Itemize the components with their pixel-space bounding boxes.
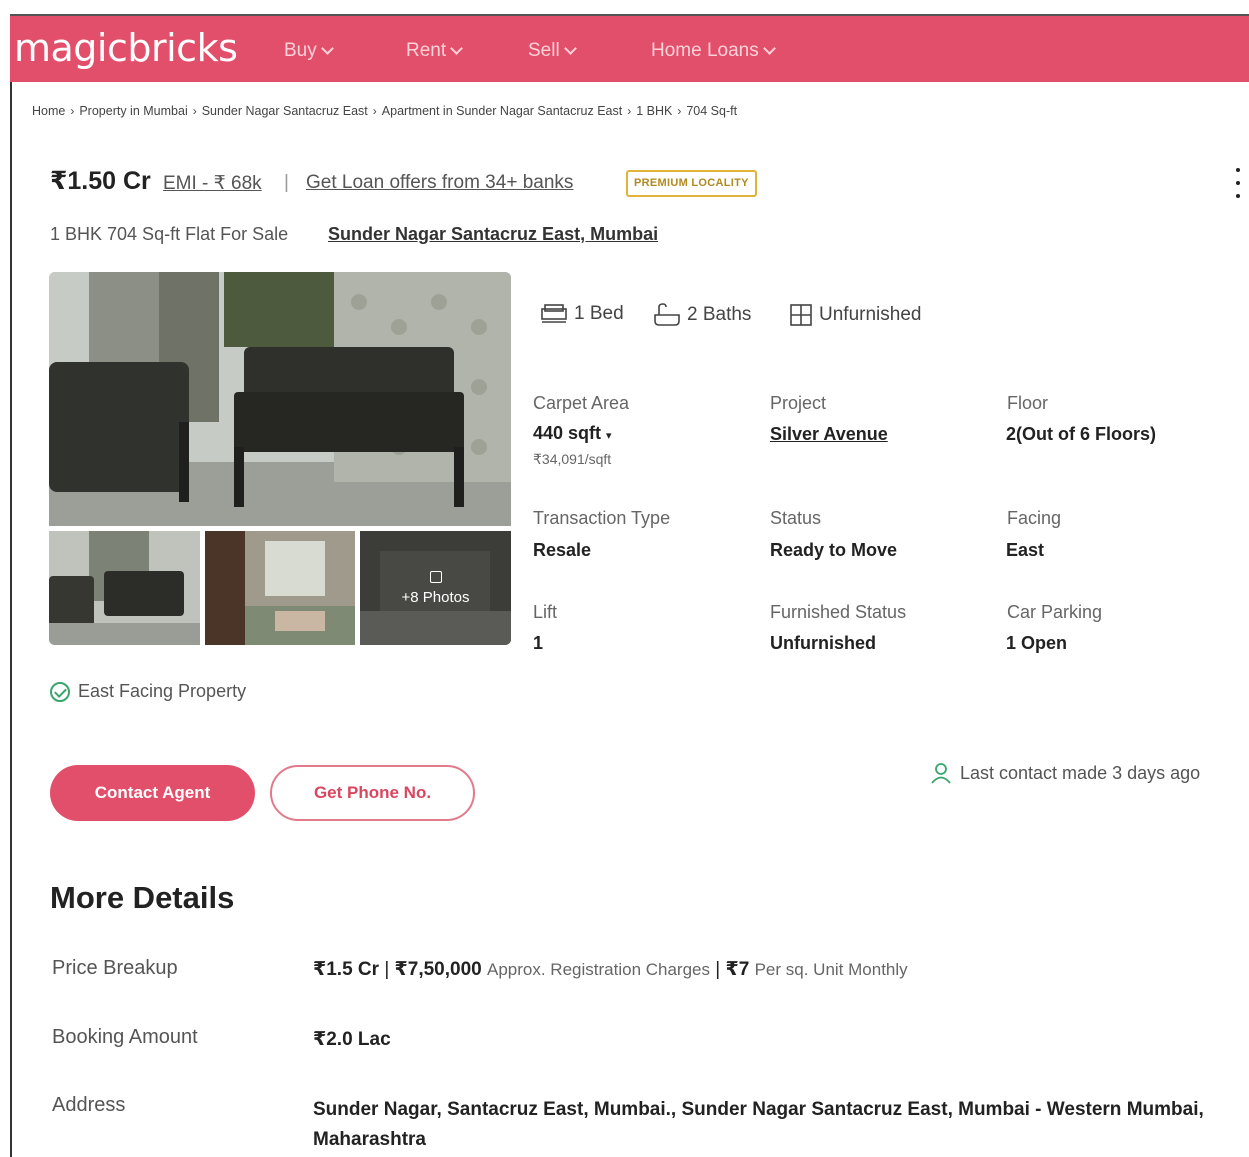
more-options-icon[interactable] [1232, 168, 1244, 198]
caret-down-icon: ▾ [606, 430, 612, 442]
transaction-type-value: Resale [533, 540, 592, 560]
facing-highlight: East Facing Property [50, 681, 246, 702]
nav-buy[interactable]: Buy [284, 40, 334, 62]
furnishing-label: Unfurnished [819, 304, 922, 325]
breadcrumb-separator: › [677, 104, 682, 118]
status-value: Ready to Move [770, 540, 898, 560]
chevron-down-icon [762, 42, 776, 55]
address-value: Sunder Nagar, Santacruz East, Mumbai., S… [313, 1099, 1204, 1150]
price-breakup-price: ₹1.5 Cr [313, 959, 380, 980]
breadcrumb-city[interactable]: Property in Mumbai [79, 104, 187, 118]
breadcrumb-separator: › [627, 104, 632, 118]
bed-icon [541, 304, 567, 323]
nav-buy-label: Buy [284, 40, 317, 61]
chevron-down-icon [563, 42, 577, 55]
lift-value: 1 [533, 633, 544, 653]
address-label: Address [52, 1094, 126, 1116]
listing-title: 1 BHK 704 Sq-ft Flat For Sale [50, 224, 289, 244]
floor-label: Floor [1007, 393, 1049, 413]
contact-agent-button[interactable]: Contact Agent [50, 765, 255, 821]
baths-label: 2 Baths [687, 304, 752, 325]
more-details-title: More Details [50, 880, 235, 915]
loan-offers-link[interactable]: Get Loan offers from 34+ banks [306, 172, 573, 194]
nav-sell[interactable]: Sell [528, 40, 577, 62]
facing-label: Facing [1007, 508, 1062, 528]
project-link[interactable]: Silver Avenue [770, 424, 888, 445]
nav-home-loans-label: Home Loans [651, 40, 759, 61]
last-contact-text: Last contact made 3 days ago [960, 762, 1201, 783]
image-icon [429, 570, 442, 583]
beds-label: 1 Bed [574, 303, 624, 324]
floor-value: 2(Out of 6 Floors) [1006, 424, 1156, 444]
car-parking-value: 1 Open [1006, 633, 1068, 653]
booking-amount-value: ₹2.0 Lac [313, 1029, 391, 1050]
beds-info: 1 Bed [540, 303, 624, 325]
user-icon [931, 763, 951, 784]
breadcrumb-separator: › [372, 104, 377, 118]
furnished-status-label: Furnished Status [770, 602, 907, 622]
project-label: Project [770, 393, 827, 413]
check-circle-icon [50, 681, 70, 702]
registration-charges-value: ₹7,50,000 [394, 959, 482, 980]
nav-sell-label: Sell [528, 40, 560, 61]
price-breakup-value: ₹1.5 Cr | ₹7,50,000 Approx. Registration… [313, 958, 908, 981]
living-room-photo [49, 272, 511, 526]
listing-price: ₹1.50 Cr [50, 167, 151, 195]
lift-label: Lift [533, 602, 558, 622]
breadcrumb-separator: › [192, 104, 197, 118]
last-contact-info: Last contact made 3 days ago [930, 762, 1200, 784]
facing-highlight-text: East Facing Property [78, 681, 247, 701]
facing-value: East [1006, 540, 1045, 560]
price-per-sqft: ₹34,091/sqft [533, 451, 612, 467]
breakup-separator: | [384, 959, 390, 980]
breadcrumb-apartment[interactable]: Apartment in Sunder Nagar Santacruz East [382, 104, 622, 118]
transaction-type-label: Transaction Type [533, 508, 671, 528]
photos-overlay: +8 Photos [360, 531, 511, 645]
registration-charges-note: Approx. Registration Charges [487, 960, 711, 979]
furnishing-info: Unfurnished [789, 303, 921, 327]
main-property-photo[interactable] [49, 272, 511, 526]
status-label: Status [770, 508, 822, 528]
view-all-photos[interactable]: +8 Photos [360, 531, 511, 645]
booking-amount-label: Booking Amount [52, 1026, 198, 1048]
breadcrumb-size: 704 Sq-ft [686, 104, 738, 118]
breakup-separator: | [715, 959, 721, 980]
more-photos-label: +8 Photos [401, 588, 470, 606]
photo-thumbnail-1[interactable] [49, 531, 200, 645]
nav-home-loans[interactable]: Home Loans [651, 40, 776, 62]
top-nav-bar: magicbricks Buy Rent Sell Home Loans [10, 14, 1249, 82]
nav-rent-label: Rent [406, 40, 447, 61]
furnished-status-value: Unfurnished [770, 633, 876, 653]
premium-locality-badge: PREMIUM LOCALITY [626, 170, 757, 197]
carpet-area-value[interactable]: 440 sqft ▾ [533, 423, 612, 444]
maintenance-value: ₹7 [725, 959, 750, 980]
carpet-area-text: 440 sqft [533, 423, 602, 443]
furniture-icon [790, 304, 812, 326]
maintenance-note: Per sq. Unit Monthly [754, 960, 908, 979]
baths-info: 2 Baths [653, 303, 751, 327]
breadcrumb: Home › Property in Mumbai › Sunder Nagar S… [32, 104, 737, 118]
chevron-down-icon [320, 42, 334, 55]
magicbricks-logo[interactable]: magicbricks [14, 26, 238, 70]
locality-link[interactable]: Sunder Nagar Santacruz East, Mumbai [328, 224, 658, 245]
thumbnail-image [205, 531, 355, 645]
emi-link[interactable]: EMI - ₹ 68k [163, 172, 262, 195]
price-separator: | [284, 172, 289, 193]
chevron-down-icon [450, 42, 464, 55]
nav-rent[interactable]: Rent [406, 40, 464, 62]
breadcrumb-locality[interactable]: Sunder Nagar Santacruz East [202, 104, 368, 118]
car-parking-label: Car Parking [1007, 602, 1103, 622]
carpet-area-label: Carpet Area [533, 393, 630, 413]
bathtub-icon [654, 303, 680, 326]
breadcrumb-home[interactable]: Home [32, 104, 65, 118]
get-phone-button[interactable]: Get Phone No. [270, 765, 475, 821]
breadcrumb-bhk[interactable]: 1 BHK [636, 104, 672, 118]
breadcrumb-separator: › [70, 104, 75, 118]
photo-thumbnail-2[interactable] [205, 531, 355, 645]
thumbnail-image [49, 531, 200, 645]
price-breakup-label: Price Breakup [52, 957, 178, 979]
